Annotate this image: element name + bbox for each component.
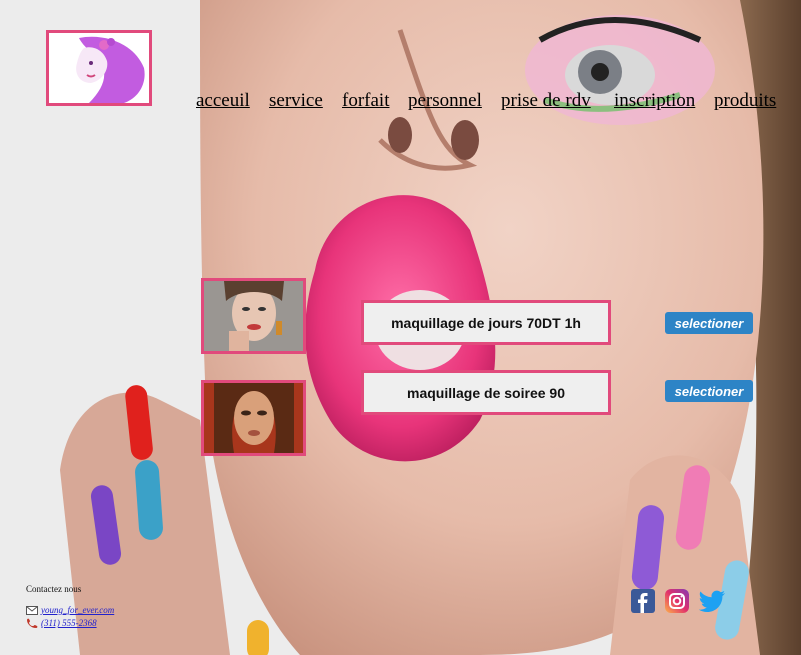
phone-icon <box>27 618 38 628</box>
nav-link-prise-de-rdv[interactable]: prise de rdv <box>501 90 591 112</box>
offer-label: maquillage de soiree 90 <box>407 384 565 401</box>
contact-section: Contactez nous young_for_ever.com (311) … <box>26 584 114 631</box>
nav-link-acceuil[interactable]: acceuil <box>196 90 250 112</box>
offer-thumbnail-evening-makeup <box>201 380 306 456</box>
select-button-day-makeup[interactable]: selectioner <box>665 312 753 334</box>
nav-link-forfait[interactable]: forfait <box>342 90 389 112</box>
select-button-evening-makeup[interactable]: selectioner <box>665 380 753 402</box>
offer-thumbnail-day-makeup <box>201 278 306 354</box>
main-nav: acceuil service forfait personnel prise … <box>196 90 796 114</box>
contact-email-line: young_for_ever.com <box>26 605 114 615</box>
offer-evening-makeup: maquillage de soiree 90 <box>361 370 611 415</box>
nav-link-personnel[interactable]: personnel <box>408 90 482 112</box>
facebook-icon[interactable] <box>631 589 655 613</box>
contact-email-link[interactable]: young_for_ever.com <box>41 605 114 615</box>
woman-portrait-icon <box>204 281 303 351</box>
contact-title: Contactez nous <box>26 584 82 594</box>
nav-link-service[interactable]: service <box>269 90 323 112</box>
envelope-icon <box>26 605 38 615</box>
instagram-icon[interactable] <box>665 589 689 613</box>
woman-portrait-icon <box>204 383 303 453</box>
offer-day-makeup: maquillage de jours 70DT 1h <box>361 300 611 345</box>
site-logo[interactable] <box>46 30 152 106</box>
contact-phone-link[interactable]: (311) 555-2368 <box>41 618 97 628</box>
nav-link-produits[interactable]: produits <box>714 90 776 112</box>
contact-phone-line: (311) 555-2368 <box>26 618 114 628</box>
nav-link-inscription[interactable]: inscription <box>614 90 695 112</box>
woman-face-logo-icon <box>49 33 149 103</box>
twitter-icon[interactable] <box>698 589 725 613</box>
offer-label: maquillage de jours 70DT 1h <box>391 314 581 331</box>
